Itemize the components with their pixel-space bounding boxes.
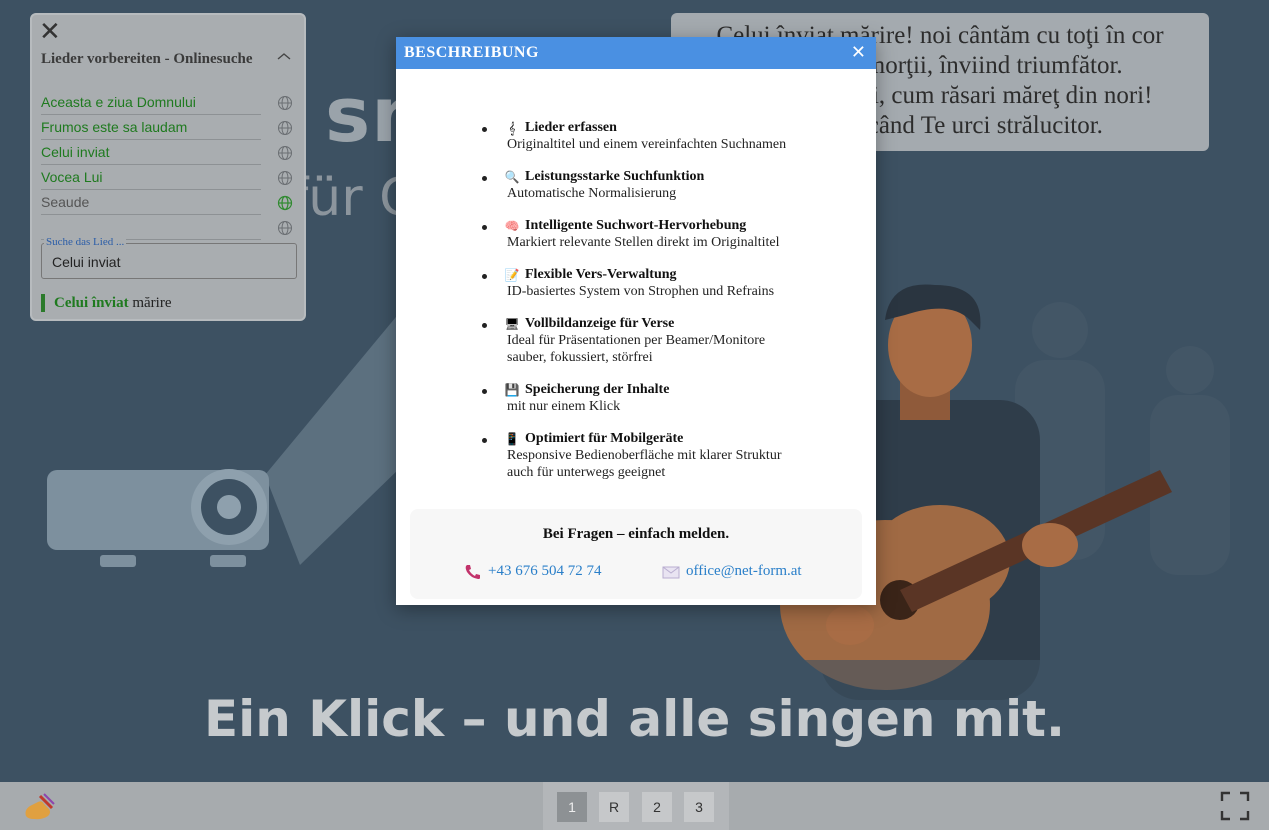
phone-icon (465, 564, 480, 579)
song-search-field: Suche das Lied ... (41, 236, 297, 279)
song-title[interactable]: Celui inviat (41, 140, 261, 165)
magnifier-icon: 🔍 (504, 169, 520, 184)
music-note-icon: 𝄞 (508, 120, 516, 135)
globe-icon[interactable] (277, 170, 293, 186)
mobile-phone-icon: 📱 (504, 431, 520, 446)
list-item: Aceasta e ziua Domnului (41, 90, 296, 115)
feature-description: Markiert relevante Stellen direkt im Ori… (507, 235, 780, 250)
monitor-icon: 🖥 (504, 316, 520, 331)
phone-number: +43 676 504 72 74 (488, 563, 602, 579)
feature-item: 💾 Speicherung der Inhalte mit nur einem K… (482, 381, 842, 415)
feature-title: Vollbildanzeige für Verse (525, 315, 675, 331)
feature-description: sauber, fokussiert, störfrei (507, 350, 653, 365)
feature-title: Speicherung der Inhalte (525, 381, 670, 397)
feature-title: Flexible Vers-Verwaltung (525, 266, 677, 282)
close-icon[interactable]: ✕ (39, 19, 61, 45)
feature-description: Ideal für Präsentationen per Beamer/Moni… (507, 333, 766, 348)
contact-heading: Bei Fragen – einfach melden. (542, 526, 730, 542)
bottom-toolbar: 1 R 2 3 (0, 782, 1269, 830)
song-title[interactable]: Aceasta e ziua Domnului (41, 90, 261, 115)
contact-section: Bei Fragen – einfach melden. +43 676 504… (410, 509, 862, 599)
search-input[interactable] (43, 249, 293, 275)
page-button-2[interactable]: 2 (642, 792, 672, 822)
feature-description: ID-basiertes System von Strophen und Ref… (507, 284, 775, 299)
feature-description: Automatische Normalisierung (507, 186, 677, 201)
list-item: Vocea Lui (41, 165, 296, 190)
close-dialog-button[interactable]: ✕ (851, 42, 866, 63)
feature-description: mit nur einem Klick (507, 399, 621, 414)
globe-icon[interactable] (277, 195, 293, 211)
phone-link[interactable]: +43 676 504 72 74 (464, 563, 601, 580)
brain-icon: 🧠 (504, 218, 520, 233)
feature-item: 𝄞 Lieder erfassen Originaltitel und einem… (482, 119, 842, 153)
envelope-icon (662, 566, 680, 578)
memo-icon: 📝 (504, 267, 520, 282)
globe-icon[interactable] (277, 220, 293, 236)
search-label: Suche das Lied ... (44, 236, 127, 248)
writing-hand-icon[interactable] (22, 792, 56, 822)
feature-item: 🔍 Leistungsstarke Suchfunktion Automatisc… (482, 168, 842, 202)
feature-item: 🧠 Intelligente Suchwort-Hervorhebung Mark… (482, 217, 842, 251)
list-item: Frumos este sa laudam (41, 115, 296, 140)
globe-icon[interactable] (277, 145, 293, 161)
feature-item: 📱 Optimiert für Mobilgeräte Responsive Be… (482, 430, 842, 481)
search-highlight: Celui înviat (54, 295, 129, 311)
floppy-disk-icon: 💾 (504, 382, 520, 397)
chevron-up-icon[interactable] (276, 49, 292, 65)
panel-title: Lieder vorbereiten - Onlinesuche (41, 51, 253, 67)
email-address: office@net-form.at (686, 563, 802, 579)
verse-preview-rest: mărire (128, 295, 172, 311)
dialog-header: BESCHREIBUNG ✕ (396, 37, 876, 69)
feature-item: 📝 Flexible Vers-Verwaltung ID-basiertes S… (482, 266, 842, 300)
current-verse-preview: Celui înviat mărire (41, 294, 171, 312)
feature-title: Lieder erfassen (525, 119, 617, 135)
page-button-3[interactable]: 3 (684, 792, 714, 822)
feature-title: Leistungsstarke Suchfunktion (525, 168, 705, 184)
song-title[interactable]: Seaude (41, 190, 261, 215)
song-title[interactable]: Frumos este sa laudam (41, 115, 261, 140)
feature-item: 🖥 Vollbildanzeige für Verse Ideal für Prä… (482, 315, 842, 366)
feature-title: Intelligente Suchwort-Hervorhebung (525, 217, 747, 233)
list-item: Seaude (41, 190, 296, 215)
feature-description: Responsive Bedienoberfläche mit klarer S… (507, 448, 782, 463)
song-search-panel: ✕ Lieder vorbereiten - Onlinesuche Aceas… (30, 13, 306, 321)
feature-description: auch für unterwegs geeignet (507, 465, 666, 480)
feature-list: 𝄞 Lieder erfassen Originaltitel und einem… (482, 119, 842, 496)
song-title[interactable]: Vocea Lui (41, 165, 261, 190)
email-link[interactable]: office@net-form.at (662, 563, 802, 580)
feature-description: Originaltitel und einem vereinfachten Su… (507, 137, 787, 152)
feature-title: Optimiert für Mobilgeräte (525, 430, 684, 446)
song-list: Aceasta e ziua Domnului Frumos este sa l… (41, 90, 296, 240)
fullscreen-icon[interactable] (1219, 790, 1251, 822)
globe-icon[interactable] (277, 95, 293, 111)
hero-slogan: Ein Klick – und alle singen mit. (203, 690, 1066, 748)
list-item: Celui inviat (41, 140, 296, 165)
page-button-refrain[interactable]: R (599, 792, 629, 822)
page-button-1[interactable]: 1 (557, 792, 587, 822)
description-dialog: BESCHREIBUNG ✕ 𝄞 Lieder erfassen Original… (396, 37, 876, 605)
dialog-title: BESCHREIBUNG (404, 44, 539, 61)
globe-icon[interactable] (277, 120, 293, 136)
page-navigation: 1 R 2 3 (543, 782, 729, 830)
